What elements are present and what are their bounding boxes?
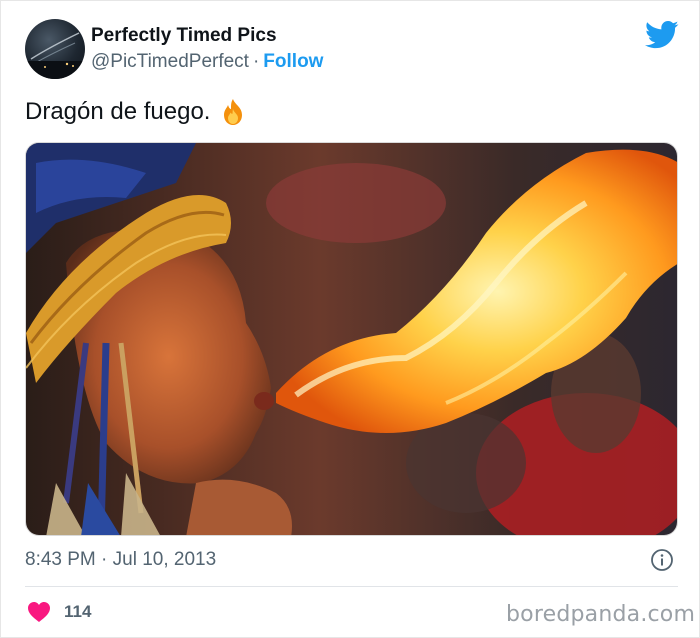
- twitter-bird-icon[interactable]: [645, 20, 679, 50]
- watermark: boredpanda.com: [506, 602, 696, 627]
- heart-icon[interactable]: [27, 601, 51, 623]
- follow-button[interactable]: Follow: [263, 51, 323, 72]
- separator-dot: ·: [252, 51, 260, 72]
- author-handle-row: @PicTimedPerfect · Follow: [91, 51, 323, 73]
- tweet-card: Perfectly Timed Pics @PicTimedPerfect · Fo…: [0, 0, 700, 638]
- author-name[interactable]: Perfectly Timed Pics: [91, 25, 277, 47]
- author-handle[interactable]: @PicTimedPerfect: [91, 51, 249, 72]
- divider: [25, 586, 678, 587]
- tweet-text: Dragón de fuego.: [25, 98, 211, 125]
- tweet-timestamp[interactable]: 8:43 PM · Jul 10, 2013: [25, 549, 216, 571]
- fire-emoji-icon: [224, 99, 243, 125]
- tweet-text-row: Dragón de fuego.: [25, 97, 248, 127]
- tweet-photo[interactable]: [25, 142, 678, 536]
- like-count[interactable]: 114: [64, 602, 91, 622]
- author-avatar[interactable]: [25, 19, 85, 79]
- info-icon[interactable]: [650, 548, 674, 572]
